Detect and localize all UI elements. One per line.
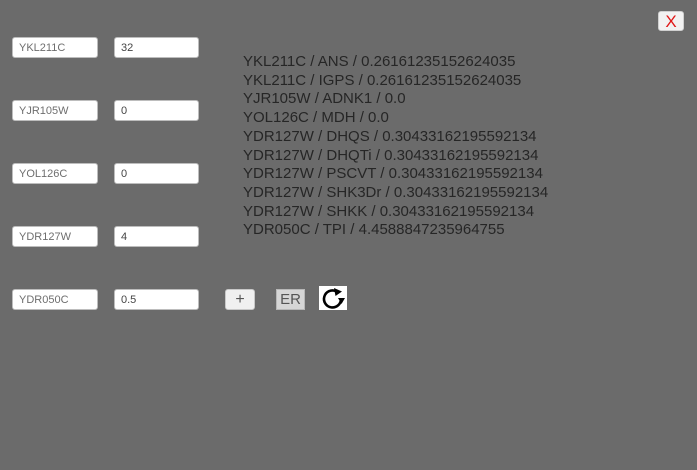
result-line: YKL211C / IGPS / 0.26161235152624035 xyxy=(243,71,522,89)
value-input-2[interactable] xyxy=(114,100,199,121)
er-button[interactable]: ER xyxy=(276,289,305,310)
value-input-1[interactable] xyxy=(114,37,199,58)
gene-input-3[interactable] xyxy=(12,163,98,184)
result-line: YDR127W / SHKK / 0.30433162195592134 xyxy=(243,202,535,220)
gene-input-4[interactable] xyxy=(12,226,98,247)
result-line: YOL126C / MDH / 0.0 xyxy=(243,109,389,127)
value-input-3[interactable] xyxy=(114,163,199,184)
result-line: YDR050C / TPI / 4.4588847235964755 xyxy=(243,221,505,239)
value-input-4[interactable] xyxy=(114,226,199,247)
gene-input-1[interactable] xyxy=(12,37,98,58)
result-line: YJR105W / ADNK1 / 0.0 xyxy=(243,90,406,108)
results-list: YKL211C / ANS / 0.26161235152624035 YKL2… xyxy=(243,53,548,240)
add-row-button[interactable]: + xyxy=(225,289,255,310)
result-line: YDR127W / DHQS / 0.30433162195592134 xyxy=(243,127,537,145)
close-button[interactable]: X xyxy=(658,11,684,31)
result-line: YDR127W / DHQTi / 0.30433162195592134 xyxy=(243,146,539,164)
gene-input-2[interactable] xyxy=(12,100,98,121)
result-line: YKL211C / ANS / 0.26161235152624035 xyxy=(243,53,516,70)
result-line: YDR127W / SHK3Dr / 0.30433162195592134 xyxy=(243,183,549,201)
refresh-button[interactable] xyxy=(319,286,347,310)
refresh-icon xyxy=(322,288,345,309)
result-line: YDR127W / PSCVT / 0.30433162195592134 xyxy=(243,165,543,183)
gene-input-5[interactable] xyxy=(12,289,98,310)
value-input-5[interactable] xyxy=(114,289,199,310)
